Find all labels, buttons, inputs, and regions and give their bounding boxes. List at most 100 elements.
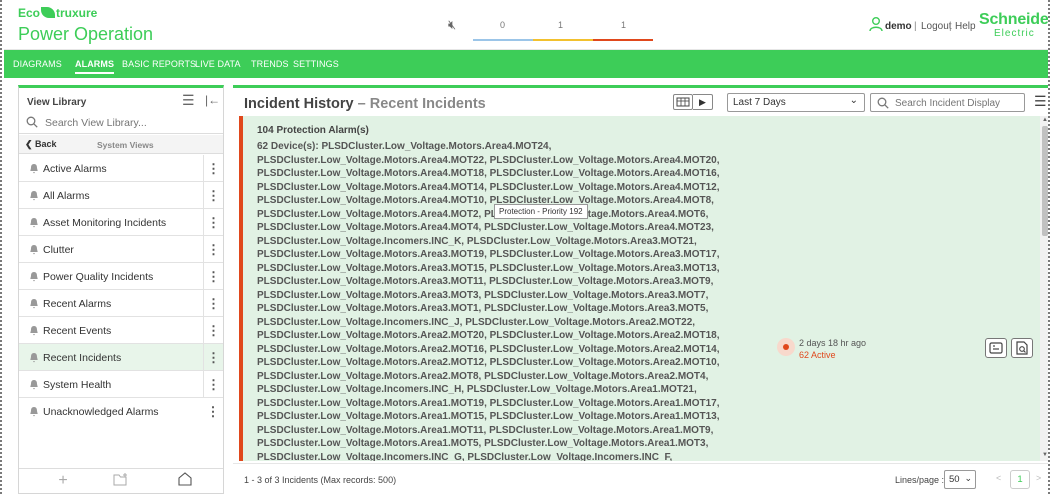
kebab-menu-icon[interactable]: ⋮: [203, 317, 223, 344]
kebab-menu-icon[interactable]: ⋮: [203, 398, 223, 425]
kebab-menu-icon[interactable]: ⋮: [203, 182, 223, 209]
home-icon[interactable]: [155, 472, 215, 494]
view-library-title: View Library: [27, 97, 87, 108]
incident-details-button[interactable]: [985, 338, 1007, 358]
date-range-select[interactable]: Last 7 Days ⌄: [727, 93, 865, 112]
vertical-scrollbar[interactable]: ▲ ▼: [1040, 116, 1048, 461]
priority-tooltip: Protection - Priority 192: [494, 204, 588, 219]
sidebar-item-label: Recent Events: [43, 325, 112, 337]
device-line: PLSDCluster.Low_Voltage.Motors.Area1.MOT…: [257, 397, 720, 409]
sidebar-item-label: Power Quality Incidents: [43, 271, 154, 283]
kebab-menu-icon[interactable]: ⋮: [203, 371, 223, 398]
scroll-up-icon[interactable]: ▲: [1042, 117, 1048, 123]
incident-search: [870, 93, 1025, 112]
chevron-down-icon: ⌄: [964, 473, 972, 483]
app-window: Eco truxure Power Operation 🔇︎ 0 1 1 demo…: [0, 0, 1050, 494]
hamburger-menu-icon[interactable]: ☰: [182, 92, 195, 109]
kebab-menu-icon[interactable]: ⋮: [203, 209, 223, 236]
device-line: PLSDCluster.Low_Voltage.Motors.Area2.MOT…: [257, 357, 720, 368]
nav-alarms[interactable]: ALARMS: [75, 59, 115, 74]
device-line: PLSDCluster.Low_Voltage.Motors.Area1.MOT…: [257, 424, 714, 436]
severity-count-medium[interactable]: 1: [558, 20, 563, 30]
help-link[interactable]: Help: [955, 21, 976, 32]
nav-basic-reports[interactable]: BASIC REPORTS: [122, 59, 196, 69]
kebab-menu-icon[interactable]: ⋮: [203, 236, 223, 263]
table-icon: [676, 97, 690, 107]
current-page-button[interactable]: 1: [1010, 470, 1030, 489]
device-line: PLSDCluster.Low_Voltage.Incomers.INC_J, …: [257, 316, 696, 328]
prev-page-icon[interactable]: <: [996, 473, 1001, 483]
incident-search-input[interactable]: [895, 96, 1019, 110]
sidebar-item-recent-incidents[interactable]: Recent Incidents ⋮: [19, 344, 223, 371]
sidebar-item-label: Unacknowledged Alarms: [43, 406, 159, 418]
bell-icon: [30, 191, 38, 201]
sidebar-item-active-alarms[interactable]: Active Alarms ⋮: [19, 155, 223, 182]
sidebar-item-all-alarms[interactable]: All Alarms ⋮: [19, 182, 223, 209]
more-menu-icon[interactable]: ☰: [1034, 93, 1047, 110]
sidebar-item-label: System Health: [43, 379, 112, 391]
device-line: PLSDCluster.Low_Voltage.Motors.Area3.MOT…: [257, 249, 720, 260]
sidebar-item-system-health[interactable]: System Health ⋮: [19, 371, 223, 398]
incident-footer: 1 - 3 of 3 Incidents (Max records: 500) …: [233, 463, 1048, 494]
lines-per-page-select[interactable]: 50 ⌄: [944, 470, 976, 489]
title-dash: –: [357, 96, 366, 112]
view-library-search-input[interactable]: [45, 115, 215, 131]
nav-live-data[interactable]: LIVE DATA: [195, 59, 241, 69]
title-main: Incident History: [244, 96, 354, 112]
schneider-logo-sub: Electric: [994, 28, 1035, 39]
search-icon: [877, 97, 889, 109]
date-range-value: Last 7 Days: [733, 97, 786, 108]
ecostruxure-logo: Eco truxure: [18, 6, 97, 20]
kebab-menu-icon[interactable]: ⋮: [203, 344, 223, 371]
add-folder-icon[interactable]: [91, 472, 151, 494]
severity-count-high[interactable]: 1: [621, 20, 626, 30]
device-line: PLSDCluster.Low_Voltage.Incomers.INC_H, …: [257, 384, 697, 395]
kebab-menu-icon[interactable]: ⋮: [203, 290, 223, 317]
title-sub: Recent Incidents: [369, 96, 486, 112]
add-view-icon[interactable]: +: [33, 472, 93, 494]
logout-link[interactable]: Logout: [921, 21, 952, 32]
nav-trends[interactable]: TRENDS: [251, 59, 289, 69]
kebab-menu-icon[interactable]: ⋮: [203, 263, 223, 290]
bell-icon: [30, 245, 38, 255]
scroll-down-icon[interactable]: ▼: [1042, 452, 1048, 458]
bell-icon: [30, 353, 38, 363]
play-icon: ▶: [699, 97, 706, 107]
incident-card[interactable]: 104 Protection Alarm(s) 62 Device(s): PL…: [239, 116, 1041, 461]
next-page-icon[interactable]: >: [1036, 473, 1041, 483]
incident-history-panel: Incident History – Recent Incidents ▶ La…: [233, 85, 1048, 494]
grid-view-button[interactable]: [673, 94, 693, 110]
severity-bar-low: [473, 39, 533, 41]
bell-icon: [30, 164, 38, 174]
view-library-footer: +: [19, 468, 223, 494]
page-title: Incident History – Recent Incidents: [244, 96, 486, 112]
nav-diagrams[interactable]: DIAGRAMS: [13, 59, 62, 69]
device-line: PLSDCluster.Low_Voltage.Motors.Area4.MOT…: [257, 168, 720, 179]
user-name[interactable]: demo: [885, 21, 912, 32]
severity-bar-high: [593, 39, 653, 41]
collapse-panel-icon[interactable]: |←: [205, 93, 220, 107]
device-line: PLSDCluster.Low_Voltage.Motors.Area2.MOT…: [257, 370, 709, 382]
play-button[interactable]: ▶: [693, 94, 713, 110]
device-line: PLSDCluster.Low_Voltage.Motors.Area3.MOT…: [257, 289, 709, 301]
nav-settings[interactable]: SETTINGS: [293, 59, 339, 69]
sidebar-item-recent-alarms[interactable]: Recent Alarms ⋮: [19, 290, 223, 317]
system-views-label: System Views: [97, 140, 154, 150]
sidebar-item-power-quality-incidents[interactable]: Power Quality Incidents ⋮: [19, 263, 223, 290]
bell-icon: [30, 299, 38, 309]
chevron-down-icon: ⌄: [849, 95, 858, 106]
severity-count-low[interactable]: 0: [500, 20, 505, 30]
user-icon: [869, 17, 883, 32]
kebab-menu-icon[interactable]: ⋮: [203, 155, 223, 182]
back-button[interactable]: ❮ Back: [25, 139, 57, 150]
incident-analyze-button[interactable]: [1011, 338, 1033, 358]
sidebar-item-clutter[interactable]: Clutter ⋮: [19, 236, 223, 263]
leaf-icon: [41, 7, 56, 18]
scrollbar-thumb[interactable]: [1042, 126, 1048, 236]
details-card-icon: [989, 342, 1003, 354]
schneider-logo: Schneider: [979, 11, 1050, 28]
mute-sound-icon[interactable]: 🔇︎: [448, 17, 456, 33]
sidebar-item-unacknowledged-alarms[interactable]: Unacknowledged Alarms ⋮: [19, 398, 223, 425]
sidebar-item-asset-monitoring-incidents[interactable]: Asset Monitoring Incidents ⋮: [19, 209, 223, 236]
sidebar-item-recent-events[interactable]: Recent Events ⋮: [19, 317, 223, 344]
